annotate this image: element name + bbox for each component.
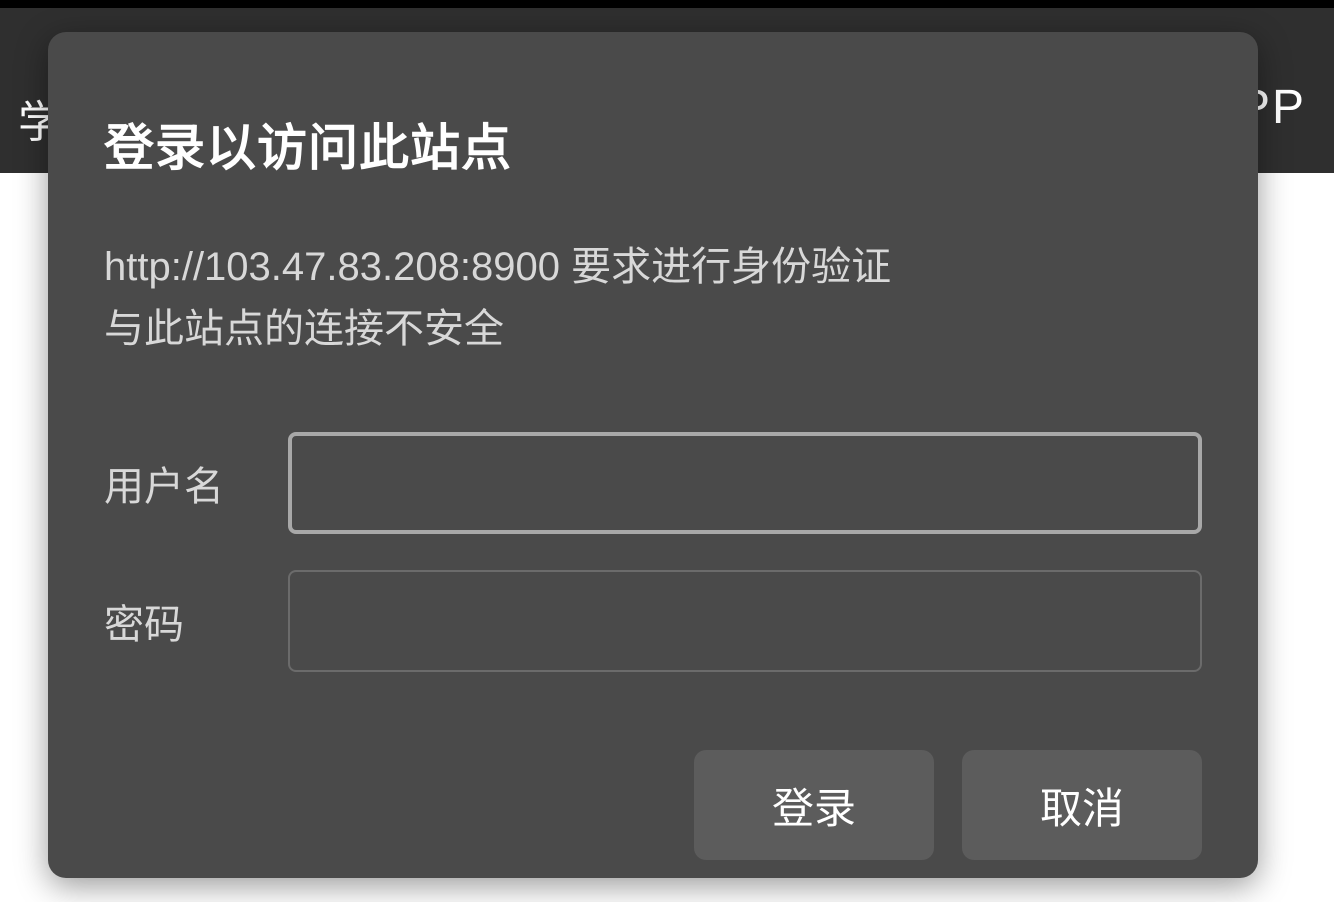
- dialog-message-line2: 与此站点的连接不安全: [104, 298, 1202, 360]
- password-input[interactable]: [288, 570, 1202, 672]
- modal-overlay: 登录以访问此站点 http://103.47.83.208:8900 要求进行身…: [0, 0, 1334, 902]
- dialog-title: 登录以访问此站点: [104, 108, 1202, 180]
- dialog-button-row: 登录 取消: [104, 750, 1202, 860]
- http-auth-dialog: 登录以访问此站点 http://103.47.83.208:8900 要求进行身…: [48, 32, 1258, 878]
- password-row: 密码: [104, 570, 1202, 672]
- dialog-message-line1: http://103.47.83.208:8900 要求进行身份验证: [104, 236, 1202, 298]
- login-button[interactable]: 登录: [694, 750, 934, 860]
- username-row: 用户名: [104, 432, 1202, 534]
- username-label: 用户名: [104, 454, 288, 512]
- dialog-message: http://103.47.83.208:8900 要求进行身份验证 与此站点的…: [104, 236, 1202, 360]
- window-top-border: [0, 0, 1334, 8]
- cancel-button[interactable]: 取消: [962, 750, 1202, 860]
- username-input[interactable]: [288, 432, 1202, 534]
- password-label: 密码: [104, 592, 288, 650]
